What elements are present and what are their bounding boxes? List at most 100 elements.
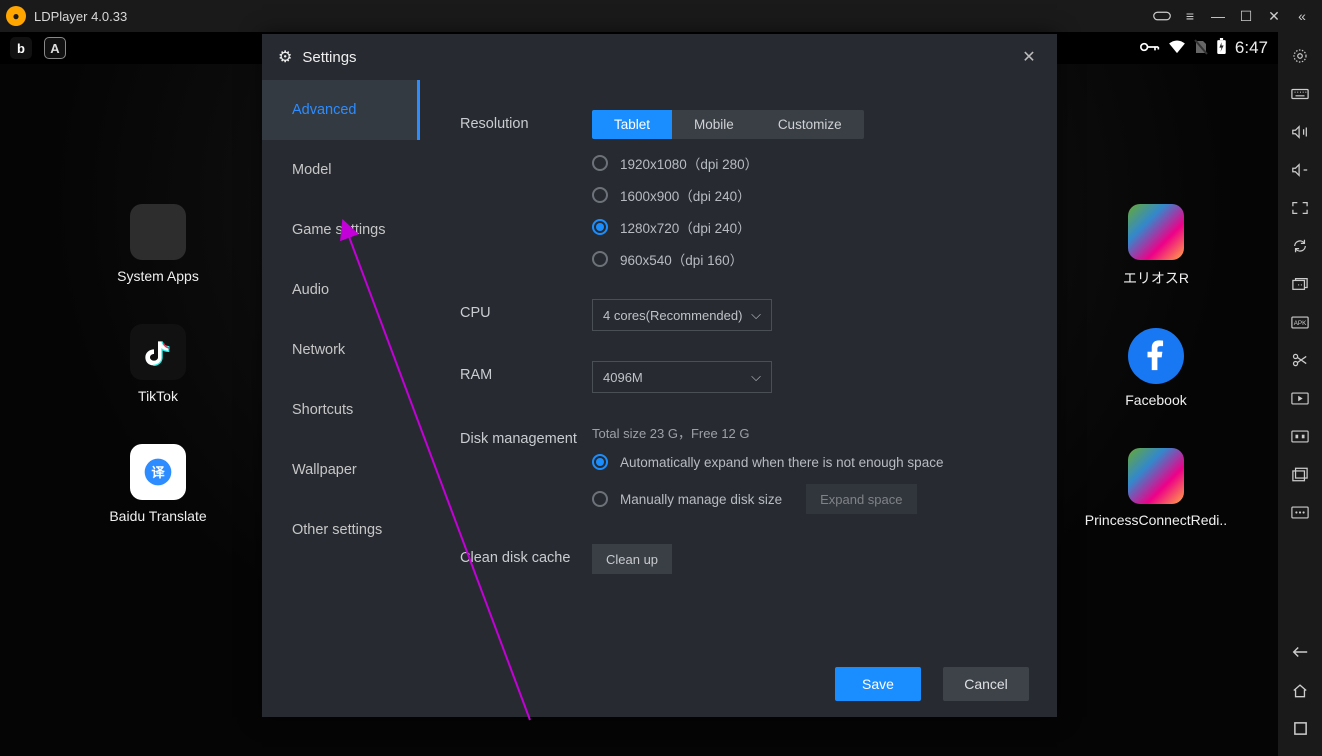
status-app-icon-a: A: [44, 37, 66, 59]
res-1920x1080[interactable]: 1920x1080（dpi 280）: [592, 153, 1057, 173]
collapse-icon[interactable]: «: [1288, 2, 1316, 30]
app-label: Facebook: [1125, 392, 1186, 408]
radio-icon: [592, 491, 608, 507]
res-1600x900[interactable]: 1600x900（dpi 240）: [592, 185, 1057, 205]
svg-text:APK: APK: [1294, 320, 1307, 327]
ram-dropdown[interactable]: 4096M ⌵: [592, 361, 772, 393]
row-clean: Clean disk cache Clean up: [460, 544, 1057, 574]
clock-text: 6:47: [1235, 38, 1268, 58]
app-elios-r[interactable]: エリオスR: [1096, 204, 1216, 288]
expand-space-button[interactable]: Expand space: [806, 484, 916, 514]
clean-label: Clean disk cache: [460, 544, 592, 566]
settings-dialog: ⚙ Settings ✕ Advanced Model Game setting…: [262, 34, 1057, 717]
princess-connect-icon: [1128, 448, 1184, 504]
nav-game-settings[interactable]: Game settings: [262, 200, 420, 260]
settings-title: Settings: [302, 49, 356, 66]
nav-other-settings[interactable]: Other settings: [262, 500, 420, 560]
minimize-icon[interactable]: —: [1204, 2, 1232, 30]
wifi-icon: [1168, 40, 1186, 57]
elios-r-icon: [1128, 204, 1184, 260]
android-recents-icon[interactable]: [1278, 710, 1322, 746]
cpu-label: CPU: [460, 299, 592, 321]
res-1280x720[interactable]: 1280x720（dpi 240）: [592, 217, 1057, 237]
status-app-icon-b: b: [10, 37, 32, 59]
row-resolution: Resolution Tablet Mobile Customize 1920x…: [460, 110, 1057, 269]
menu-icon[interactable]: ≡: [1176, 2, 1204, 30]
radio-label: 1600x900（dpi 240）: [620, 185, 751, 205]
mode-customize[interactable]: Customize: [756, 110, 864, 139]
gear-icon: ⚙: [278, 47, 292, 67]
app-priconne[interactable]: PrincessConnectRedi..: [1096, 448, 1216, 528]
cancel-button[interactable]: Cancel: [943, 667, 1029, 701]
emulator-side-toolbar: APK: [1278, 32, 1322, 756]
row-cpu: CPU 4 cores(Recommended) ⌵: [460, 299, 1057, 331]
operation-record-icon[interactable]: [1278, 418, 1322, 454]
mode-mobile[interactable]: Mobile: [672, 110, 756, 139]
fullscreen-icon[interactable]: [1278, 190, 1322, 226]
mode-tablet[interactable]: Tablet: [592, 110, 672, 139]
multi-instance-icon[interactable]: [1278, 266, 1322, 302]
app-label: エリオスR: [1123, 268, 1189, 288]
app-label: TikTok: [138, 388, 178, 404]
cpu-value: 4 cores(Recommended): [603, 308, 742, 323]
scissors-icon[interactable]: [1278, 342, 1322, 378]
clean-up-button[interactable]: Clean up: [592, 544, 672, 574]
keyboard-icon[interactable]: [1278, 76, 1322, 112]
chevron-down-icon: ⌵: [751, 369, 761, 385]
nav-audio[interactable]: Audio: [262, 260, 420, 320]
nav-model[interactable]: Model: [262, 140, 420, 200]
settings-footer: Save Cancel: [262, 651, 1057, 717]
volume-up-icon[interactable]: [1278, 114, 1322, 150]
battery-charging-icon: [1216, 38, 1227, 58]
sync-icon[interactable]: [1278, 228, 1322, 264]
radio-label: 1920x1080（dpi 280）: [620, 153, 758, 173]
android-home-icon[interactable]: [1278, 672, 1322, 708]
radio-label: 960x540（dpi 160）: [620, 249, 743, 269]
close-icon[interactable]: ✕: [1017, 45, 1041, 69]
settings-content: Resolution Tablet Mobile Customize 1920x…: [420, 80, 1057, 651]
ldplayer-logo-icon: ●: [6, 6, 26, 26]
nav-advanced[interactable]: Advanced: [262, 80, 420, 140]
save-button[interactable]: Save: [835, 667, 921, 701]
baidu-translate-icon: 译: [130, 444, 186, 500]
close-window-icon[interactable]: ✕: [1260, 2, 1288, 30]
app-label: Baidu Translate: [109, 508, 206, 524]
volume-down-icon[interactable]: [1278, 152, 1322, 188]
more-icon[interactable]: [1278, 494, 1322, 530]
res-960x540[interactable]: 960x540（dpi 160）: [592, 249, 1057, 269]
radio-icon: [592, 187, 608, 203]
cpu-dropdown[interactable]: 4 cores(Recommended) ⌵: [592, 299, 772, 331]
app-baidu-translate[interactable]: 译 Baidu Translate: [98, 444, 218, 524]
window-title: LDPlayer 4.0.33: [34, 9, 127, 24]
window-title-bar: ● LDPlayer 4.0.33 ≡ — ☐ ✕ «: [0, 0, 1322, 32]
radio-icon: [592, 454, 608, 470]
app-facebook[interactable]: Facebook: [1096, 328, 1216, 408]
radio-label: Manually manage disk size: [620, 492, 782, 507]
vpn-key-icon: [1140, 40, 1160, 56]
nav-wallpaper[interactable]: Wallpaper: [262, 440, 420, 500]
radio-label: Automatically expand when there is not e…: [620, 455, 943, 470]
record-icon[interactable]: [1278, 380, 1322, 416]
resolution-mode-segment: Tablet Mobile Customize: [592, 110, 864, 139]
disk-info: Total size 23 G，Free 12 G: [592, 423, 1057, 442]
android-back-icon[interactable]: [1278, 634, 1322, 670]
nav-shortcuts[interactable]: Shortcuts: [262, 380, 420, 440]
maximize-icon[interactable]: ☐: [1232, 2, 1260, 30]
system-apps-folder-icon: [130, 204, 186, 260]
ram-label: RAM: [460, 361, 592, 383]
app-tiktok[interactable]: TikTok: [98, 324, 218, 404]
screenshot-icon[interactable]: [1278, 456, 1322, 492]
disk-auto-expand[interactable]: Automatically expand when there is not e…: [592, 454, 1057, 470]
ram-value: 4096M: [603, 370, 643, 385]
disk-manual[interactable]: Manually manage disk size Expand space: [592, 484, 1057, 514]
gamepad-icon[interactable]: [1148, 2, 1176, 30]
chevron-down-icon: ⌵: [751, 307, 761, 323]
settings-gear-icon[interactable]: [1278, 38, 1322, 74]
row-disk: Disk management Total size 23 G，Free 12 …: [460, 423, 1057, 514]
nav-network[interactable]: Network: [262, 320, 420, 380]
app-system-apps[interactable]: System Apps: [98, 204, 218, 284]
install-apk-icon[interactable]: APK: [1278, 304, 1322, 340]
radio-icon: [592, 155, 608, 171]
radio-icon: [592, 219, 608, 235]
resolution-label: Resolution: [460, 110, 592, 132]
